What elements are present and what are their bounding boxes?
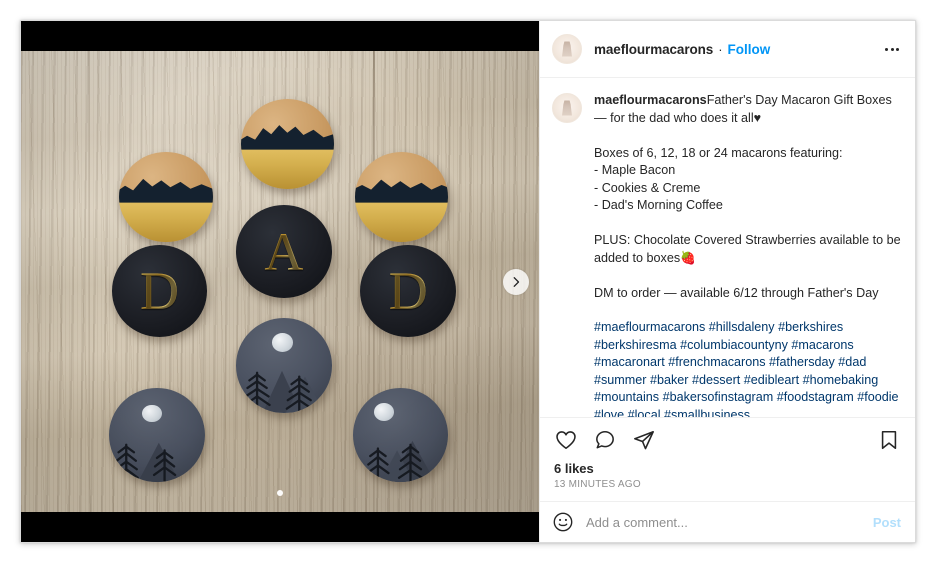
macaron-letter-glyph: D [388,260,428,321]
forest-motif [353,388,449,483]
post-photo[interactable]: D A D [21,51,539,512]
screenshot-root: D A D maeflourmacarons · Follow maeflour… [0,0,936,563]
mountain-ridge [119,172,213,203]
gold-leaf [241,146,335,190]
emoji-picker-button[interactable] [552,511,574,533]
gold-leaf [119,199,213,243]
post-details-pane: maeflourmacarons · Follow maeflourmacaro… [539,21,915,542]
post-action-bar: 6 likes 13 MINUTES AGO [540,417,915,501]
mountain-ridge [241,119,335,150]
bookmark-icon [881,430,897,450]
post-comment-button[interactable]: Post [873,515,901,530]
macaron-forest-moon [352,387,449,483]
gold-leaf [355,199,449,243]
post-author-username[interactable]: maeflourmacarons [594,42,713,57]
add-comment-input[interactable] [586,514,873,530]
comment-bubble-icon [596,430,614,449]
macaron-letter-a: A [235,205,332,298]
emoji-smiley-icon [553,512,573,532]
macaron-letter-d: D [111,244,208,337]
separator-dot: · [718,41,723,57]
forest-motif [109,388,205,483]
post-timestamp: 13 MINUTES AGO [554,479,641,490]
comment-button[interactable] [593,428,617,452]
likes-count[interactable]: 6 likes [554,461,901,476]
action-icons [554,428,901,452]
macaron-letter-d: D [360,244,457,337]
post-header: maeflourmacarons · Follow [540,21,915,78]
heart-icon [556,431,576,450]
profile-avatar[interactable] [552,34,582,64]
add-comment-bar: Post [540,501,915,542]
macaron-forest-moon [235,318,332,413]
more-options-icon[interactable] [881,39,903,59]
mountain-ridge [355,172,449,203]
carousel-dots [21,490,539,496]
follow-button[interactable]: Follow [728,42,771,57]
board-seam [88,51,91,512]
share-button[interactable] [632,428,656,452]
caption-text: Father's Day Macaron Gift Boxes — for th… [594,93,901,300]
macaron-letter-glyph: D [140,260,180,321]
caption-hashtags[interactable]: #maeflourmacarons #hillsdaleny #berkshir… [594,319,901,417]
post-media-pane[interactable]: D A D [21,21,539,542]
carousel-dot-active[interactable] [277,490,283,496]
save-button[interactable] [877,428,901,452]
caption-row: maeflourmacaronsFather's Day Macaron Gif… [552,92,901,417]
macaron-mountain-tan [241,99,335,190]
instagram-post-window: D A D maeflourmacarons · Follow maeflour… [20,20,916,543]
caption-author-username[interactable]: maeflourmacarons [594,93,707,107]
macaron-mountain-tan [119,152,213,243]
caption-author-avatar[interactable] [552,93,582,123]
chevron-right-icon [513,276,520,287]
comments-list[interactable]: maeflourmacaronsFather's Day Macaron Gif… [540,78,915,417]
macaron-forest-moon [109,387,205,483]
carousel-next-button[interactable] [503,268,529,295]
forest-motif [236,318,332,413]
share-paper-plane-icon [634,430,654,450]
post-header-names: maeflourmacarons · Follow [594,42,881,57]
caption-text-block: maeflourmacaronsFather's Day Macaron Gif… [594,92,901,417]
caption-body: maeflourmacaronsFather's Day Macaron Gif… [594,92,901,417]
like-button[interactable] [554,428,578,452]
macaron-letter-glyph: A [264,221,304,282]
macaron-mountain-tan [355,152,449,243]
